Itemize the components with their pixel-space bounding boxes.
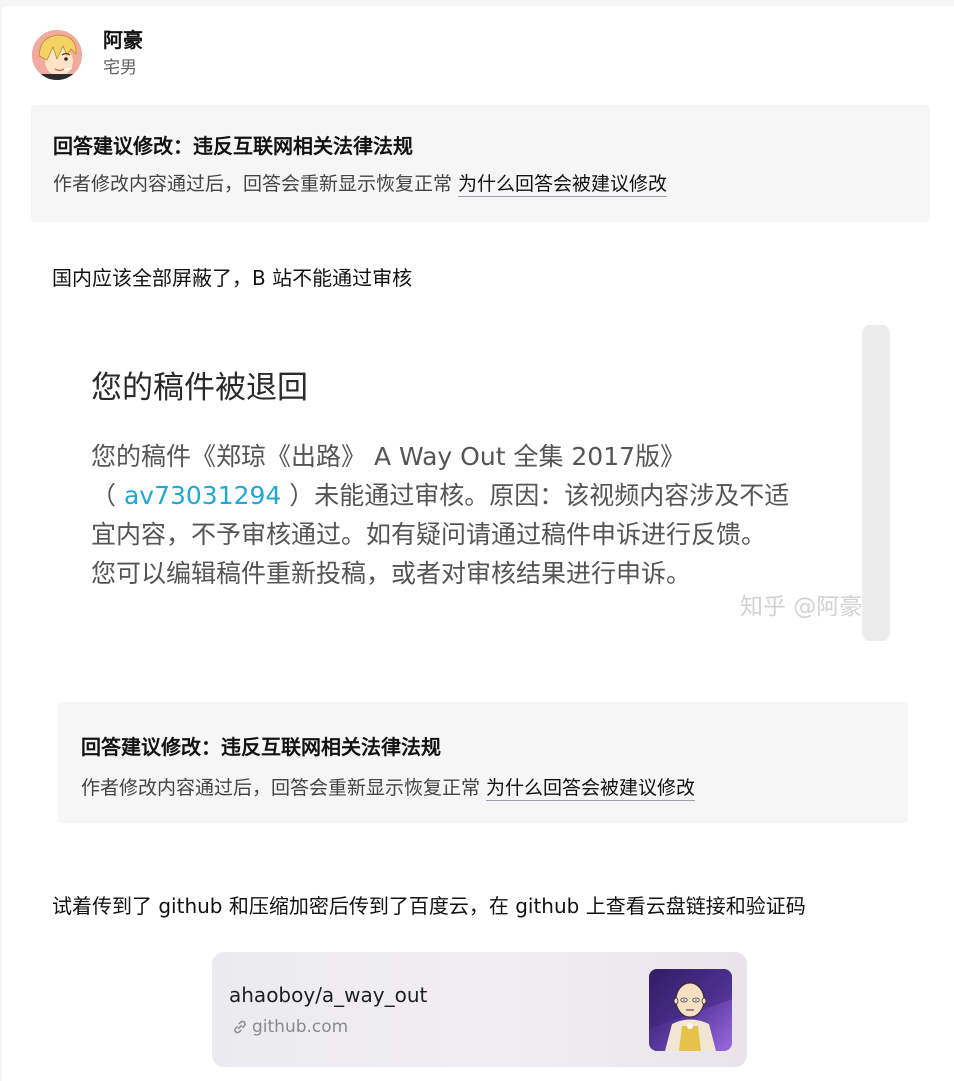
answer-revision-notice: 回答建议修改：违反互联网相关法律法规 作者修改内容通过后，回答会重新显示恢复正常…: [31, 105, 930, 222]
screenshot-title: 您的稿件被退回: [91, 370, 308, 406]
screenshot-line-suffix: ）未能通过审核。原因：该视频内容涉及不适: [281, 481, 790, 510]
screenshot-body: 您的稿件《郑琼《出路》 A Way Out 全集 2017版》 （ av7303…: [91, 437, 789, 593]
screenshot-line: （ av73031294 ）未能通过审核。原因：该视频内容涉及不适: [91, 476, 789, 515]
notice-help-link[interactable]: 为什么回答会被建议修改: [458, 173, 668, 197]
screenshot-av-id: av73031294: [123, 481, 282, 510]
link-card-thumbnail: [649, 969, 732, 1051]
author-headline: 宅男: [103, 58, 137, 78]
notice-screenshot-title: 回答建议修改：违反互联网相关法律法规: [81, 735, 441, 759]
link-card-domain-row: github.com: [232, 1016, 348, 1038]
notice-screenshot-message: 作者修改内容通过后，回答会重新显示恢复正常: [81, 777, 481, 799]
screenshot-watermark: 知乎 @阿豪: [740, 594, 863, 620]
notice-screenshot-text: 作者修改内容通过后，回答会重新显示恢复正常 为什么回答会被建议修改: [81, 775, 696, 801]
link-card-title: ahaoboy/a_way_out: [229, 983, 428, 1007]
screenshot-line-prefix: （: [91, 481, 124, 510]
screenshot-line: 宜内容，不予审核通过。如有疑问请通过稿件申诉进行反馈。: [91, 520, 767, 549]
answer-paragraph: 国内应该全部屏蔽了，B 站不能通过审核: [52, 266, 413, 290]
notice-screenshot-image[interactable]: 回答建议修改：违反互联网相关法律法规 作者修改内容通过后，回答会重新显示恢复正常…: [58, 702, 908, 823]
avatar-icon: [32, 30, 82, 80]
author-avatar[interactable]: [32, 30, 82, 80]
notice-title: 回答建议修改：违反互联网相关法律法规: [53, 134, 413, 158]
github-link-card[interactable]: ahaoboy/a_way_out github.com: [212, 952, 747, 1067]
author-name[interactable]: 阿豪: [103, 28, 143, 52]
link-icon: [234, 1020, 246, 1034]
answer-paragraph: 试着传到了 github 和压缩加密后传到了百度云，在 github 上查看云盘…: [52, 894, 806, 918]
notice-text: 作者修改内容通过后，回答会重新显示恢复正常 为什么回答会被建议修改: [53, 171, 668, 197]
link-card-domain: github.com: [252, 1017, 349, 1037]
saitama-thumbnail-icon: [649, 969, 732, 1051]
notice-screenshot-link: 为什么回答会被建议修改: [486, 777, 696, 801]
screenshot-line: 您可以编辑稿件重新投稿，或者对审核结果进行申诉。: [91, 559, 692, 588]
screenshot-side-strip: [862, 325, 890, 641]
review-rejection-screenshot[interactable]: 您的稿件被退回 您的稿件《郑琼《出路》 A Way Out 全集 2017版》 …: [62, 325, 890, 641]
notice-message: 作者修改内容通过后，回答会重新显示恢复正常: [53, 173, 453, 195]
answer-card: 阿豪 宅男 回答建议修改：违反互联网相关法律法规 作者修改内容通过后，回答会重新…: [2, 6, 954, 1081]
screenshot-line: 您的稿件《郑琼《出路》 A Way Out 全集 2017版》: [91, 442, 686, 471]
